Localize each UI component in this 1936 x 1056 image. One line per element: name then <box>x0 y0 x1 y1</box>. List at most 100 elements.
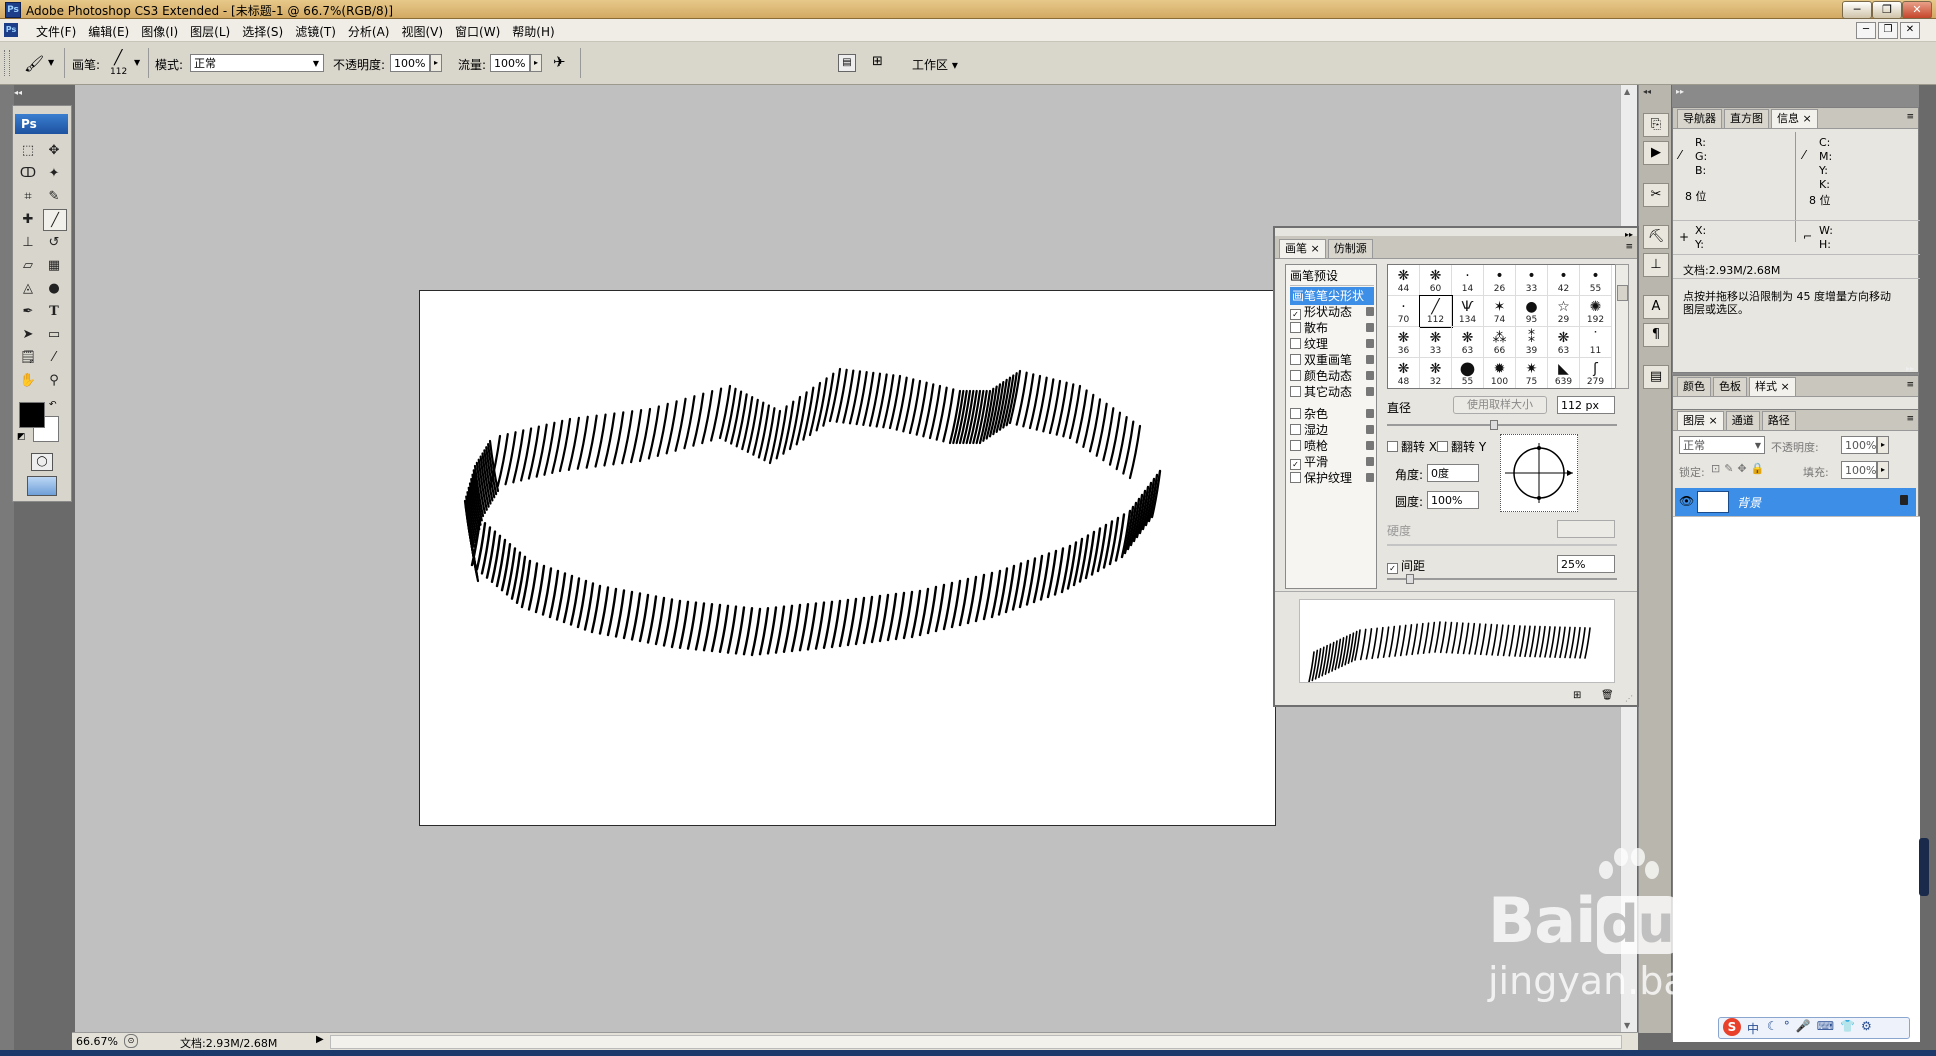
scroll-down-icon[interactable]: ▼ <box>1624 1021 1630 1030</box>
clone-source-icon[interactable]: ⊥ <box>1643 253 1669 277</box>
collapse-toolbox-icon[interactable]: ◂◂ <box>14 88 22 97</box>
brushes-panel-collapse-icon[interactable]: ▸▸ <box>1625 230 1633 239</box>
palette-well-icon[interactable]: ▤ <box>838 54 856 72</box>
lock-icon[interactable] <box>1366 355 1374 364</box>
tab-close-icon[interactable]: × <box>1709 414 1718 427</box>
brush-option-checkbox[interactable] <box>1290 424 1301 435</box>
minimize-icon[interactable]: ─ <box>1842 1 1872 19</box>
brush-option-checkbox[interactable] <box>1290 440 1301 451</box>
tab-histogram[interactable]: 直方图 <box>1724 109 1769 128</box>
brush-option-checkbox[interactable] <box>1290 386 1301 397</box>
angle-input[interactable]: 0度 <box>1427 464 1479 482</box>
lock-icon[interactable] <box>1366 323 1374 332</box>
panel-menu-icon[interactable]: ≡ <box>1906 414 1914 424</box>
brush-option-checkbox[interactable] <box>1290 322 1301 333</box>
diameter-slider-thumb[interactable] <box>1490 420 1498 430</box>
lock-icon[interactable] <box>1366 387 1374 396</box>
expand-panels-icon[interactable]: ▸▸ <box>1676 87 1684 96</box>
history-brush-tool-icon[interactable]: ↺ <box>43 232 65 252</box>
eraser-tool-icon[interactable]: ▱ <box>17 255 39 275</box>
lock-icon[interactable] <box>1366 473 1374 482</box>
brush-tip-cell[interactable]: ˙ 11 <box>1580 327 1612 358</box>
brush-option-row[interactable]: 保护纹理 <box>1290 469 1374 487</box>
healing-brush-tool-icon[interactable]: ✚ <box>17 209 39 229</box>
airbrush-icon[interactable]: ✈ <box>553 53 566 71</box>
character-panel-icon[interactable]: A <box>1643 295 1669 319</box>
tab-layers[interactable]: 图层 × <box>1677 411 1724 430</box>
spacing-slider-track[interactable] <box>1387 578 1617 580</box>
default-colors-icon[interactable]: ◩ <box>17 432 26 442</box>
actions-panel-icon[interactable]: ▶ <box>1643 141 1669 165</box>
brush-tool-icon[interactable]: 🖌 <box>24 54 44 73</box>
screen-mode-icon[interactable] <box>27 476 57 496</box>
lasso-tool-icon[interactable]: ↀ <box>17 163 39 183</box>
menu-file[interactable]: 文件(F) <box>30 21 82 42</box>
tab-brushes[interactable]: 画笔 × <box>1279 239 1326 258</box>
brush-tip-cell[interactable]: ✷ 75 <box>1516 358 1548 388</box>
brush-tip-cell[interactable]: • 42 <box>1548 265 1580 296</box>
gradient-tool-icon[interactable]: ▦ <box>43 255 65 275</box>
brush-tip-cell[interactable]: ⁑ 39 <box>1516 327 1548 358</box>
brush-tip-cell[interactable]: • 55 <box>1580 265 1612 296</box>
flip-x-checkbox[interactable]: 翻转 X <box>1387 438 1437 455</box>
tool-presets-icon[interactable]: ✂ <box>1643 183 1669 207</box>
brush-option-checkbox[interactable] <box>1290 472 1301 483</box>
menu-filter[interactable]: 滤镜(T) <box>289 21 342 42</box>
brush-tip-cell[interactable]: ● 55 <box>1452 358 1484 388</box>
brush-tip-cell[interactable]: ✺ 192 <box>1580 296 1612 327</box>
spacing-input[interactable]: 25% <box>1557 555 1615 573</box>
brush-tip-cell[interactable]: ╱ 112 <box>1419 295 1453 328</box>
lock-icon[interactable] <box>1366 457 1374 466</box>
brush-option-row[interactable]: 其它动态 <box>1290 383 1374 401</box>
hand-tool-icon[interactable]: ✋ <box>17 370 39 390</box>
brush-tip-cell[interactable]: ❋ 63 <box>1452 327 1484 358</box>
layer-visibility-eye-icon[interactable]: 👁 <box>1679 494 1694 508</box>
doc-close-icon[interactable]: ✕ <box>1900 22 1920 39</box>
tab-channels[interactable]: 通道 <box>1725 411 1760 430</box>
layer-row-background[interactable]: 👁 背景 <box>1675 488 1916 516</box>
brush-tip-cell[interactable]: · 70 <box>1388 296 1420 327</box>
zoom-tool-icon[interactable]: ⚲ <box>43 370 65 390</box>
brush-option-checkbox[interactable] <box>1290 354 1301 365</box>
brush-tip-cell[interactable]: ❋ 32 <box>1420 358 1452 388</box>
zoom-readout[interactable]: 66.67% <box>76 1035 118 1048</box>
brush-option-checkbox[interactable] <box>1290 338 1301 349</box>
collapse-dock-icon[interactable]: ◂◂ <box>1643 87 1651 96</box>
ime-tray-icons[interactable]: ☾°🎤⌨👕⚙ <box>1767 1019 1878 1033</box>
brush-grid-scrollbar[interactable] <box>1615 264 1629 389</box>
doc-restore-icon[interactable]: ❐ <box>1878 22 1898 39</box>
use-sample-size-button[interactable]: 使用取样大小 <box>1453 396 1547 414</box>
layer-name[interactable]: 背景 <box>1737 494 1761 511</box>
notes-tool-icon[interactable]: 🗒 <box>17 347 39 367</box>
history-panel-icon[interactable]: ⎘ <box>1643 113 1669 137</box>
layer-opacity-toggle[interactable]: ▸ <box>1877 436 1889 454</box>
tab-clone-source[interactable]: 仿制源 <box>1327 239 1373 258</box>
brush-tip-cell[interactable]: · 14 <box>1452 265 1484 296</box>
mode-select[interactable]: 正常 ▼ <box>190 54 324 72</box>
maximize-icon[interactable]: ❐ <box>1872 1 1902 19</box>
brush-presets-item[interactable]: 画笔预设 <box>1290 267 1374 286</box>
menu-help[interactable]: 帮助(H) <box>506 21 560 42</box>
layer-comps-icon[interactable]: ▤ <box>1643 365 1669 389</box>
brush-tip-cell[interactable]: ❋ 63 <box>1548 327 1580 358</box>
brush-picker-chevron-down-icon[interactable]: ▼ <box>134 58 140 67</box>
swap-colors-icon[interactable]: ↶ <box>49 400 57 410</box>
angle-roundness-preview[interactable] <box>1500 434 1578 512</box>
eyedropper-tool-icon[interactable]: ⁄ <box>43 347 65 367</box>
paragraph-panel-icon[interactable]: ¶ <box>1643 323 1669 347</box>
brush-tip-cell[interactable]: ❋ 33 <box>1420 327 1452 358</box>
tab-close-icon[interactable]: × <box>1803 112 1812 125</box>
brush-option-checkbox[interactable] <box>1290 370 1301 381</box>
dodge-tool-icon[interactable]: ● <box>43 278 65 298</box>
document-canvas[interactable] <box>419 290 1276 826</box>
menu-analysis[interactable]: 分析(A) <box>342 21 396 42</box>
tab-close-icon[interactable]: × <box>1311 242 1320 255</box>
path-selection-tool-icon[interactable]: ➤ <box>17 324 39 344</box>
blend-mode-select[interactable]: 正常 ▼ <box>1679 436 1765 454</box>
brush-tip-cell[interactable]: ⁂ 66 <box>1484 327 1516 358</box>
fill-toggle[interactable]: ▸ <box>1877 461 1889 479</box>
horizontal-scrollbar[interactable] <box>330 1035 1622 1049</box>
resize-grip-icon[interactable]: ⋰ <box>1625 694 1633 703</box>
crop-tool-icon[interactable]: ⌗ <box>17 186 39 206</box>
toggle-panels-icon[interactable]: ⊞ <box>872 54 892 70</box>
